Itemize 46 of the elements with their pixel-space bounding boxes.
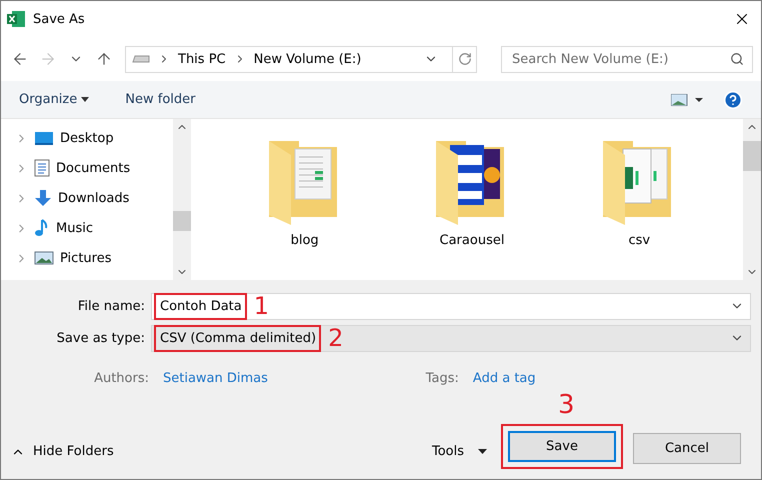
annotation-number: 3	[558, 390, 575, 420]
sidebar-item[interactable]: Music	[1, 213, 173, 243]
caret-icon	[478, 449, 487, 454]
drive-icon	[132, 54, 150, 64]
annotation-number: 2	[328, 326, 344, 350]
organize-menu[interactable]: Organize	[19, 92, 90, 107]
desktop-icon	[34, 130, 54, 146]
field-label: Tags:	[424, 370, 460, 386]
add-tag-link[interactable]: Add a tag	[472, 370, 536, 386]
save-button[interactable]: Save	[508, 431, 616, 462]
field-label: File name:	[76, 298, 146, 314]
annotation-number: 1	[254, 294, 270, 318]
sidebar-item[interactable]: Pictures	[1, 243, 173, 273]
search-box[interactable]: Search New Volume (E:)	[501, 46, 753, 72]
sidebar-item[interactable]: Downloads	[1, 183, 173, 213]
scroll-thumb[interactable]	[173, 211, 191, 231]
tools-menu[interactable]: Tools	[432, 444, 487, 469]
hide-folders-button[interactable]: Hide Folders	[1, 444, 114, 469]
address-bar[interactable]: This PC New Volume (E:)	[125, 46, 477, 72]
downloads-icon	[34, 189, 52, 207]
sidebar-item[interactable]: Documents	[1, 153, 173, 183]
window-title: Save As	[33, 12, 86, 26]
folder-item[interactable]: Caraousel	[412, 135, 532, 248]
breadcrumb[interactable]: New Volume (E:)	[254, 52, 362, 66]
sidebar-item[interactable]: Desktop	[1, 123, 173, 153]
search-icon	[730, 52, 744, 66]
file-type-dropdown[interactable]: CSV (Comma delimited) 2	[151, 324, 751, 352]
cancel-button[interactable]: Cancel	[633, 433, 741, 464]
spreadsheet-app-icon	[7, 11, 25, 27]
breadcrumb[interactable]: This PC	[178, 52, 226, 66]
field-label: Authors:	[93, 370, 150, 386]
field-label: Save as type:	[56, 330, 146, 346]
view-options-icon[interactable]	[671, 94, 703, 106]
music-icon	[34, 219, 50, 237]
scrollbar[interactable]	[173, 119, 191, 280]
file-name-field[interactable]: Contoh Data 1	[151, 292, 751, 320]
scroll-thumb[interactable]	[743, 141, 761, 171]
caret-icon	[81, 97, 90, 102]
authors-link[interactable]: Setiawan Dimas	[163, 370, 268, 386]
folder-item[interactable]: csv	[579, 135, 700, 248]
help-icon[interactable]	[723, 90, 743, 110]
documents-icon	[34, 159, 50, 177]
folder-item[interactable]: blog	[244, 135, 365, 248]
new-folder-button[interactable]: New folder	[125, 92, 196, 107]
scrollbar[interactable]	[743, 119, 761, 280]
pictures-icon	[34, 250, 54, 266]
